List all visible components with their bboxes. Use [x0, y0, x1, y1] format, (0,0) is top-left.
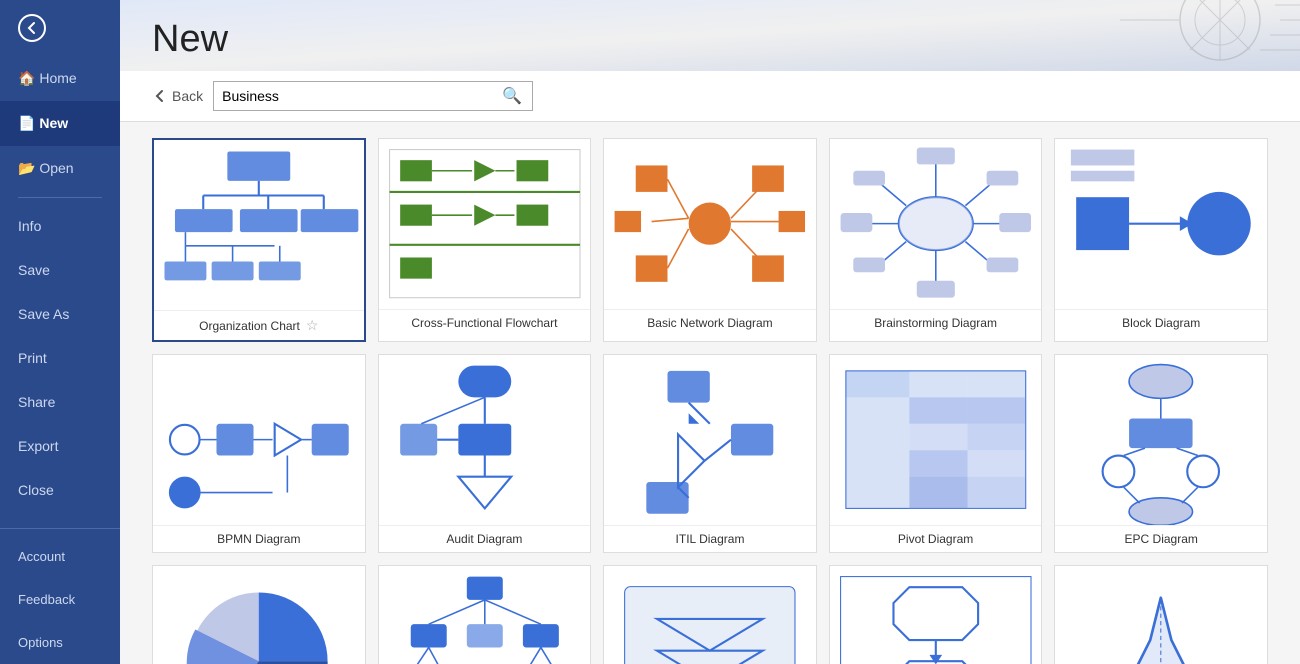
template-card-block-diagram[interactable]: Block Diagram — [1054, 138, 1268, 342]
template-thumb-pie — [153, 566, 365, 664]
sidebar-divider — [18, 197, 102, 198]
template-grid: Organization Chart☆ Cross-Functional Flo… — [152, 138, 1268, 664]
template-thumb-brainstorming — [830, 139, 1042, 309]
template-card-brainstorming[interactable]: Brainstorming Diagram — [829, 138, 1043, 342]
template-thumb-tree — [379, 566, 591, 664]
template-card-tree[interactable]: Tree Diagram — [378, 565, 592, 664]
sidebar-item-home[interactable]: 🏠 Home — [0, 56, 120, 101]
template-label-epc: EPC Diagram — [1055, 525, 1267, 552]
header-decoration — [900, 0, 1300, 70]
template-thumb-org-chart — [154, 140, 364, 310]
home-icon: 🏠 — [18, 70, 39, 86]
template-card-itil[interactable]: ITIL Diagram — [603, 354, 817, 553]
template-thumb-basic-network — [604, 139, 816, 309]
template-card-org-chart[interactable]: Organization Chart☆ — [152, 138, 366, 342]
template-label-bpmn: BPMN Diagram — [153, 525, 365, 552]
template-label-basic-network: Basic Network Diagram — [604, 309, 816, 336]
sidebar-item-open[interactable]: 📂 Open — [0, 146, 120, 191]
main-header: New — [120, 0, 1300, 71]
sidebar-item-feedback[interactable]: Feedback — [0, 578, 120, 621]
search-box: 🔍 — [213, 81, 533, 111]
template-label-org-chart: Organization Chart☆ — [154, 310, 364, 340]
template-thumb-bpmn — [153, 355, 365, 525]
sidebar-item-save[interactable]: Save — [0, 248, 120, 292]
back-button[interactable]: Back — [152, 88, 203, 104]
sidebar-item-share[interactable]: Share — [0, 380, 120, 424]
template-thumb-block-diagram — [1055, 139, 1267, 309]
sidebar-item-new[interactable]: 📄 New — [0, 101, 120, 146]
template-thumb-bell — [1055, 566, 1267, 664]
template-label-brainstorming: Brainstorming Diagram — [830, 309, 1042, 336]
template-label-pivot: Pivot Diagram — [830, 525, 1042, 552]
template-label-audit: Audit Diagram — [379, 525, 591, 552]
sidebar-nav: 🏠 Home 📄 New 📂 Open — [0, 56, 120, 191]
sidebar-item-account[interactable]: Account — [0, 535, 120, 578]
sidebar-item-close[interactable]: Close — [0, 468, 120, 512]
sidebar-item-print[interactable]: Print — [0, 336, 120, 380]
sidebar-item-info[interactable]: Info — [0, 204, 120, 248]
back-label: Back — [172, 88, 203, 104]
template-card-bpmn[interactable]: BPMN Diagram — [152, 354, 366, 553]
template-thumb-pivot — [830, 355, 1042, 525]
template-card-audit[interactable]: Audit Diagram — [378, 354, 592, 553]
template-card-epc[interactable]: EPC Diagram — [1054, 354, 1268, 553]
template-thumb-cross-functional — [379, 139, 591, 309]
template-card-sdl[interactable]: SDL Diagram — [829, 565, 1043, 664]
open-icon: 📂 — [18, 160, 39, 176]
star-icon[interactable]: ☆ — [306, 317, 319, 334]
sidebar-item-export[interactable]: Export — [0, 424, 120, 468]
template-card-cross-functional[interactable]: Cross-Functional Flowchart — [378, 138, 592, 342]
back-circle-icon — [18, 14, 46, 42]
search-area: Back 🔍 — [120, 71, 1300, 122]
sidebar-item-save-as[interactable]: Save As — [0, 292, 120, 336]
sidebar-back-button[interactable] — [0, 0, 120, 56]
template-card-basic-network[interactable]: Basic Network Diagram — [603, 138, 817, 342]
main-content: New Back 🔍 — [120, 0, 1300, 664]
template-label-block-diagram: Block Diagram — [1055, 309, 1267, 336]
template-thumb-sdl — [830, 566, 1042, 664]
sidebar-bottom: Account Feedback Options — [0, 528, 120, 664]
template-card-pie[interactable]: Pie Chart — [152, 565, 366, 664]
template-card-bell[interactable]: Marketing Diagram — [1054, 565, 1268, 664]
template-label-itil: ITIL Diagram — [604, 525, 816, 552]
search-input[interactable] — [222, 88, 502, 104]
template-area: Organization Chart☆ Cross-Functional Flo… — [120, 122, 1300, 664]
sidebar: 🏠 Home 📄 New 📂 Open Info Save Save As Pr… — [0, 0, 120, 664]
template-thumb-display — [604, 566, 816, 664]
new-icon: 📄 — [18, 115, 39, 131]
sidebar-item-options[interactable]: Options — [0, 621, 120, 664]
template-card-pivot[interactable]: Pivot Diagram — [829, 354, 1043, 553]
template-thumb-itil — [604, 355, 816, 525]
template-label-cross-functional: Cross-Functional Flowchart — [379, 309, 591, 336]
sidebar-secondary-nav: Info Save Save As Print Share Export Clo… — [0, 204, 120, 512]
template-thumb-audit — [379, 355, 591, 525]
template-card-display[interactable]: Display Diagram — [603, 565, 817, 664]
search-icon[interactable]: 🔍 — [502, 86, 522, 106]
template-thumb-epc — [1055, 355, 1267, 525]
